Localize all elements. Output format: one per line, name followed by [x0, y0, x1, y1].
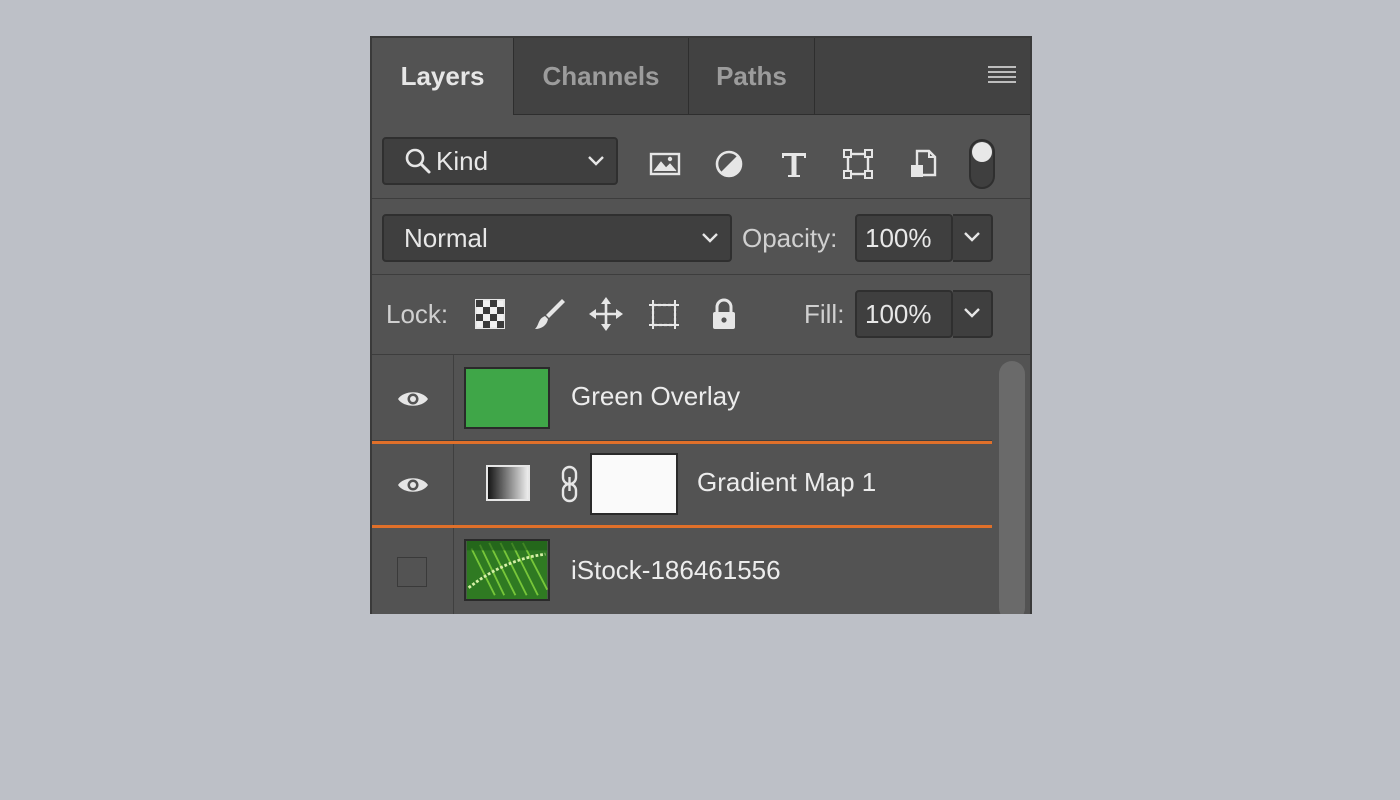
panel-tab-bar: Layers Channels Paths [372, 38, 1030, 115]
gradient-map-adjustment-icon[interactable] [485, 464, 531, 502]
chevron-down-icon [588, 156, 604, 166]
adjustment-filter-icon[interactable] [712, 147, 746, 181]
lock-label: Lock: [386, 299, 449, 329]
kind-filter-label: Kind [436, 145, 489, 176]
visibility-eye-icon[interactable] [396, 388, 430, 410]
visibility-column [372, 527, 454, 614]
lock-row: Lock: Fill: 100% [372, 275, 1030, 355]
search-icon [405, 148, 431, 174]
visibility-eye-icon[interactable] [396, 474, 430, 496]
link-icon[interactable] [557, 465, 583, 503]
chevron-down-icon [702, 233, 718, 243]
layer-filter-row: Kind [372, 115, 1030, 199]
blend-mode-dropdown[interactable]: Normal [382, 214, 732, 262]
scrollbar-thumb[interactable] [999, 361, 1025, 614]
lock-position-icon[interactable] [588, 296, 624, 332]
layer-thumbnail-leaf[interactable] [464, 539, 550, 601]
chevron-down-icon [964, 232, 980, 242]
lock-artboard-icon[interactable] [646, 296, 682, 332]
panel-menu-icon[interactable] [988, 66, 1016, 86]
type-filter-icon[interactable] [777, 147, 811, 181]
layer-row-gradient-map[interactable]: Gradient Map 1 [372, 441, 992, 527]
filter-toggle[interactable] [969, 139, 995, 189]
fill-label: Fill: [804, 299, 845, 329]
kind-filter-dropdown[interactable]: Kind [382, 137, 618, 185]
layer-thumbnail-green[interactable] [464, 367, 550, 429]
lock-image-pixels-icon[interactable] [532, 296, 568, 332]
lock-all-icon[interactable] [706, 296, 742, 332]
visibility-column [372, 441, 454, 526]
opacity-label: Opacity: [742, 223, 838, 253]
smart-object-filter-icon[interactable] [907, 147, 941, 181]
layer-name[interactable]: Gradient Map 1 [697, 467, 876, 498]
tab-layers[interactable]: Layers [372, 38, 514, 115]
layer-row-green-overlay[interactable]: Green Overlay [372, 355, 992, 441]
layer-name[interactable]: iStock-186461556 [571, 555, 781, 586]
shape-filter-icon[interactable] [841, 147, 875, 181]
visibility-toggle-off[interactable] [397, 557, 427, 587]
tab-paths[interactable]: Paths [689, 38, 815, 114]
visibility-column [372, 355, 454, 440]
toggle-knob [972, 142, 992, 162]
image-filter-icon[interactable] [648, 147, 682, 181]
layers-list: Green Overlay Gradient Map 1 iStock-1864… [372, 355, 995, 614]
blend-mode-value: Normal [404, 223, 488, 253]
fill-input[interactable]: 100% [855, 290, 953, 338]
layer-row-istock[interactable]: iStock-186461556 [372, 527, 992, 614]
fill-dropdown-button[interactable] [953, 290, 993, 338]
layers-panel: Layers Channels Paths Kind Normal Opacit… [370, 36, 1032, 614]
tab-channels[interactable]: Channels [514, 38, 689, 114]
opacity-input[interactable]: 100% [855, 214, 953, 262]
opacity-dropdown-button[interactable] [953, 214, 993, 262]
layer-mask-thumbnail[interactable] [590, 453, 678, 515]
layers-scrollbar[interactable] [992, 355, 1030, 614]
layer-name[interactable]: Green Overlay [571, 381, 740, 412]
blend-row: Normal Opacity: 100% [372, 199, 1030, 275]
lock-transparent-pixels-icon[interactable] [472, 296, 508, 332]
chevron-down-icon [964, 308, 980, 318]
